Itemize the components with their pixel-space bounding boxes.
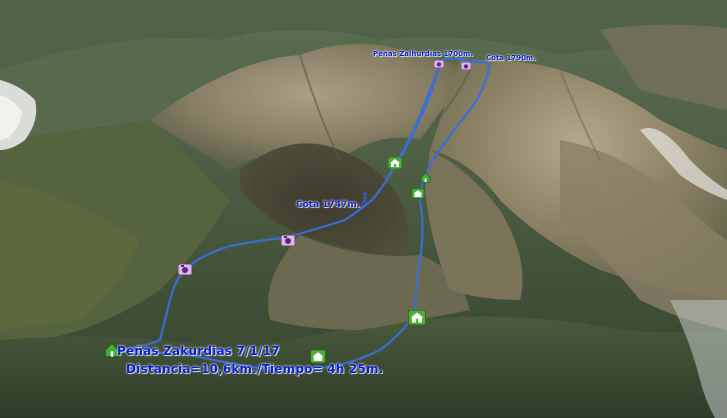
camera-icon[interactable] (177, 262, 193, 280)
elevation-label: Cota 1747m. (296, 200, 361, 210)
summit-label-right: Cota 1790m. (486, 54, 536, 62)
map-view[interactable]: Peñas Zalhurdias 1700m. Cota 1790m. Cota… (0, 0, 727, 418)
summit-label-left: Peñas Zalhurdias 1700m. (373, 50, 473, 58)
house-icon[interactable] (420, 170, 431, 188)
camera-icon[interactable] (280, 233, 296, 251)
route-stats-label: Distancia=10,6km./Tiempo= 4h 25m. (126, 362, 384, 376)
hut-icon[interactable] (407, 309, 427, 330)
route-title-label: Peñas Zakurdias 7/1/17 (117, 344, 280, 358)
camera-icon[interactable] (460, 57, 472, 75)
hiker-icon[interactable] (360, 192, 370, 211)
hut-icon[interactable] (387, 156, 403, 174)
hut-icon[interactable] (411, 186, 425, 204)
